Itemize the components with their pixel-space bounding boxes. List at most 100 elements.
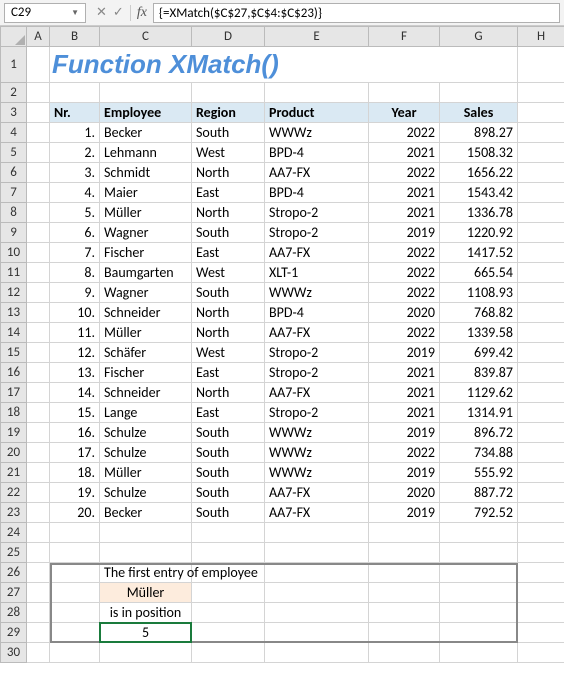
- cell-yr: 2019: [369, 223, 439, 242]
- cell-nr: 9.: [50, 283, 99, 302]
- cell-sales: 1339.58: [440, 323, 517, 342]
- cell-sales: 1656.22: [440, 163, 517, 182]
- cell-emp: Schulze: [100, 483, 191, 502]
- cell-reg: South: [192, 123, 264, 142]
- cell-reg: West: [192, 343, 264, 362]
- cell-sales: 1108.93: [440, 283, 517, 302]
- row-header[interactable]: 27: [1, 583, 27, 603]
- cell-reg: South: [192, 443, 264, 462]
- row-header[interactable]: 28: [1, 603, 27, 623]
- row-header[interactable]: 11: [1, 263, 27, 283]
- cell-prod: Stropo-2: [265, 343, 368, 362]
- page-title: Function XMatch(): [50, 45, 281, 83]
- row-header[interactable]: 3: [1, 103, 27, 123]
- row-header[interactable]: 20: [1, 443, 27, 463]
- enter-icon[interactable]: ✓: [113, 5, 124, 20]
- formula-input[interactable]: {=XMatch($C$27,$C$4:$C$23)}: [153, 3, 560, 23]
- cell-nr: 12.: [50, 343, 99, 362]
- cell-yr: 2021: [369, 363, 439, 382]
- row-header[interactable]: 4: [1, 123, 27, 143]
- cell-yr: 2021: [369, 143, 439, 162]
- cell-sales: 768.82: [440, 303, 517, 322]
- row-header[interactable]: 16: [1, 363, 27, 383]
- cell-yr: 2022: [369, 323, 439, 342]
- cell-sales: 699.42: [440, 343, 517, 362]
- row-header[interactable]: 14: [1, 323, 27, 343]
- cell-prod: AA7-FX: [265, 503, 368, 522]
- cell-reg: South: [192, 223, 264, 242]
- cell-yr: 2022: [369, 283, 439, 302]
- select-all-corner[interactable]: [1, 27, 27, 47]
- cell-reg: North: [192, 203, 264, 222]
- col-header-E[interactable]: E: [265, 27, 369, 47]
- cell-emp: Lange: [100, 403, 191, 422]
- cell-emp: Müller: [100, 463, 191, 482]
- cell-reg: South: [192, 503, 264, 522]
- cell-yr: 2020: [369, 303, 439, 322]
- row-header[interactable]: 6: [1, 163, 27, 183]
- name-box[interactable]: C29 ▼: [4, 3, 86, 23]
- cell-sales: 1508.32: [440, 143, 517, 162]
- row-header[interactable]: 24: [1, 523, 27, 543]
- row-header[interactable]: 17: [1, 383, 27, 403]
- cell-prod: AA7-FX: [265, 163, 368, 182]
- cell-reg: North: [192, 323, 264, 342]
- row-header[interactable]: 26: [1, 563, 27, 583]
- chevron-down-icon[interactable]: ▼: [71, 8, 79, 18]
- cell-emp: Schneider: [100, 303, 191, 322]
- cell-reg: North: [192, 303, 264, 322]
- cell-prod: WWWz: [265, 423, 368, 442]
- row-header[interactable]: 5: [1, 143, 27, 163]
- cell-emp: Schulze: [100, 423, 191, 442]
- col-header-D[interactable]: D: [192, 27, 265, 47]
- col-header-G[interactable]: G: [440, 27, 518, 47]
- summary-line2: is in position: [100, 603, 191, 622]
- row-header[interactable]: 29: [1, 623, 27, 643]
- summary-name: Müller: [100, 583, 191, 602]
- col-header-F[interactable]: F: [369, 27, 440, 47]
- cell-prod: AA7-FX: [265, 243, 368, 262]
- row-header[interactable]: 23: [1, 503, 27, 523]
- row-header[interactable]: 19: [1, 423, 27, 443]
- cell-yr: 2021: [369, 203, 439, 222]
- row-header[interactable]: 30: [1, 643, 27, 663]
- hdr-nr: Nr.: [50, 103, 99, 122]
- row-header[interactable]: 7: [1, 183, 27, 203]
- row-header[interactable]: 25: [1, 543, 27, 563]
- row-header[interactable]: 18: [1, 403, 27, 423]
- fx-label[interactable]: fx: [130, 5, 153, 21]
- row-header[interactable]: 15: [1, 343, 27, 363]
- cell-yr: 2019: [369, 463, 439, 482]
- col-header-A[interactable]: A: [27, 27, 50, 47]
- cell-sales: 555.92: [440, 463, 517, 482]
- col-header-C[interactable]: C: [100, 27, 192, 47]
- cell-reg: East: [192, 243, 264, 262]
- row-header[interactable]: 2: [1, 83, 27, 103]
- cell-reg: East: [192, 403, 264, 422]
- row-header[interactable]: 12: [1, 283, 27, 303]
- row-header[interactable]: 9: [1, 223, 27, 243]
- col-header-H[interactable]: H: [518, 27, 564, 47]
- cell-sales: 1336.78: [440, 203, 517, 222]
- cell-emp: Müller: [100, 323, 191, 342]
- cell-yr: 2022: [369, 263, 439, 282]
- row-header[interactable]: 21: [1, 463, 27, 483]
- cancel-icon[interactable]: ✕: [96, 5, 107, 20]
- cell-emp: Schneider: [100, 383, 191, 402]
- summary-line1: The first entry of employee: [100, 563, 191, 582]
- row-header[interactable]: 10: [1, 243, 27, 263]
- cell-nr: 4.: [50, 183, 99, 202]
- cell-sales: 898.27: [440, 123, 517, 142]
- cell-yr: 2021: [369, 183, 439, 202]
- row-header[interactable]: 13: [1, 303, 27, 323]
- spreadsheet-grid[interactable]: A B C D E F G H 1 Function XMatch() 2 3 …: [0, 26, 564, 663]
- cell-yr: 2019: [369, 503, 439, 522]
- col-header-B[interactable]: B: [50, 27, 100, 47]
- cell-nr: 10.: [50, 303, 99, 322]
- row-header[interactable]: 22: [1, 483, 27, 503]
- row-header[interactable]: 1: [1, 47, 27, 83]
- cell-reg: West: [192, 263, 264, 282]
- row-header[interactable]: 8: [1, 203, 27, 223]
- cell-nr: 20.: [50, 503, 99, 522]
- cell-nr: 3.: [50, 163, 99, 182]
